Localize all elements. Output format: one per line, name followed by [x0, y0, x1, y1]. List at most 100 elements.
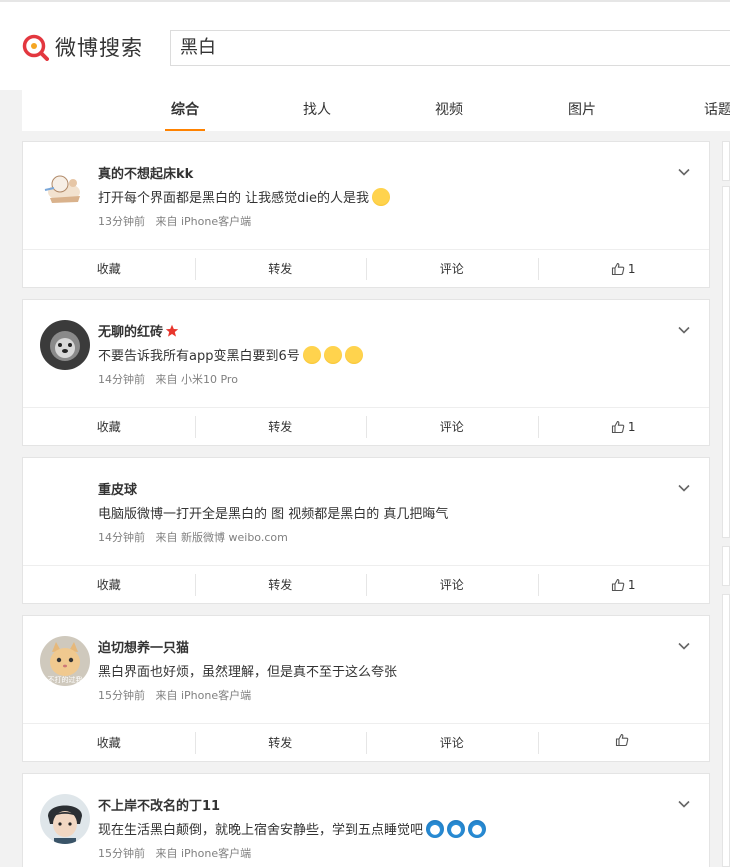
post-text-row: 不要告诉我所有app变黑白要到6号: [98, 345, 363, 364]
post-time[interactable]: 13分钟前: [98, 215, 145, 228]
avatar[interactable]: [40, 794, 90, 844]
crying-emoji-icon: [344, 345, 363, 364]
post-text-row: 黑白界面也好烦，虽然理解，但是真不至于这么夸张: [98, 661, 397, 680]
tab-video[interactable]: 视频: [429, 90, 469, 131]
post-source: 来自 新版微博 weibo.com: [155, 531, 288, 544]
sidebar-panel: [722, 594, 730, 867]
chevron-down-icon[interactable]: [677, 481, 691, 495]
post-source: 来自 iPhone客户端: [155, 847, 252, 860]
collect-button[interactable]: 收藏: [23, 724, 195, 763]
post-username[interactable]: 真的不想起床kk: [98, 163, 193, 182]
post-source: 来自 小米10 Pro: [155, 373, 238, 386]
post-username[interactable]: 不上岸不改名的丁11: [98, 795, 220, 814]
post-time[interactable]: 14分钟前: [98, 531, 145, 544]
search-query: 黑白: [180, 37, 216, 58]
like-count: 1: [627, 578, 636, 592]
cartoon-avatar-icon: [40, 162, 90, 212]
post-card: 重皮球 电脑版微博一打开全是黑白的 图 视频都是黑白的 真几把晦气 14分钟前 …: [22, 457, 710, 604]
post-text-row: 现在生活黑白颠倒，就晚上宿舍安静些，学到五点睡觉吧: [98, 819, 487, 838]
avatar[interactable]: [40, 162, 90, 212]
thumbs-up-icon: [615, 733, 629, 747]
repost-button[interactable]: 转发: [194, 566, 367, 605]
chevron-down-icon[interactable]: [677, 323, 691, 337]
post-text-row: 电脑版微博一打开全是黑白的 图 视频都是黑白的 真几把晦气: [98, 503, 448, 522]
like-count: 1: [627, 420, 636, 434]
sidebar-panel: [722, 141, 730, 181]
post-actions: 收藏 转发 评论 1: [23, 249, 709, 288]
sidebar-panel: [722, 546, 730, 586]
post-time[interactable]: 14分钟前: [98, 373, 145, 386]
anime-avatar-icon: [40, 794, 90, 844]
avatar[interactable]: [40, 478, 90, 528]
sidebar-panel: [722, 186, 730, 538]
chevron-down-icon[interactable]: [677, 165, 691, 179]
tab-images[interactable]: 图片: [562, 90, 602, 131]
post-text: 现在生活黑白颠倒，就晚上宿舍安静些，学到五点睡觉吧: [98, 823, 424, 838]
cat-photo-avatar-icon: 不打的过我: [40, 636, 90, 686]
like-button[interactable]: [537, 724, 710, 763]
dog-photo-avatar-icon: [40, 320, 90, 370]
post-username[interactable]: 重皮球: [98, 479, 137, 498]
grin-emoji-icon: [372, 187, 390, 206]
tab-topics[interactable]: 话题: [698, 90, 730, 131]
post-actions: 收藏 转发 评论: [23, 723, 709, 762]
avatar[interactable]: [40, 320, 90, 370]
post-username-row: 无聊的红砖: [98, 321, 179, 340]
avatar[interactable]: 不打的过我: [40, 636, 90, 686]
post-meta: 15分钟前 来自 iPhone客户端: [98, 687, 258, 703]
collect-button[interactable]: 收藏: [23, 566, 195, 605]
chevron-down-icon[interactable]: [677, 639, 691, 653]
tab-bar: 综合 找人 视频 图片 话题: [22, 90, 730, 131]
post-actions: 收藏 转发 评论 1: [23, 565, 709, 604]
like-count: 1: [627, 262, 636, 276]
search-logo-icon: [22, 34, 49, 61]
post-username[interactable]: 迫切想养一只猫: [98, 637, 189, 656]
post-card: 不打的过我 迫切想养一只猫 黑白界面也好烦，虽然理解，但是真不至于这么夸张 15…: [22, 615, 710, 762]
top-bar: 微博搜索 黑白: [0, 0, 730, 90]
collect-button[interactable]: 收藏: [23, 250, 195, 289]
repost-button[interactable]: 转发: [194, 250, 367, 289]
post-meta: 13分钟前 来自 iPhone客户端: [98, 213, 258, 229]
post-text: 打开每个界面都是黑白的 让我感觉die的人是我: [98, 191, 369, 206]
chevron-down-icon[interactable]: [677, 797, 691, 811]
repost-button[interactable]: 转发: [194, 408, 367, 447]
search-input[interactable]: 黑白: [170, 30, 730, 66]
like-button[interactable]: 1: [537, 250, 710, 289]
post-meta: 14分钟前 来自 小米10 Pro: [98, 371, 245, 387]
repost-button[interactable]: 转发: [194, 724, 367, 763]
doraemon-emoji-icon: [447, 819, 466, 838]
comment-button[interactable]: 评论: [366, 724, 538, 763]
post-text: 不要告诉我所有app变黑白要到6号: [98, 349, 300, 364]
like-button[interactable]: 1: [537, 566, 710, 605]
post-actions: 收藏 转发 评论 1: [23, 407, 709, 446]
post-card: 无聊的红砖 不要告诉我所有app变黑白要到6号 14分钟前 来自 小米10 Pr…: [22, 299, 710, 446]
thumbs-up-icon: [611, 262, 625, 276]
star-badge-icon[interactable]: [165, 324, 179, 338]
post-source: 来自 iPhone客户端: [155, 689, 252, 702]
avatar-caption: 不打的过我: [48, 675, 83, 684]
tab-people[interactable]: 找人: [297, 90, 337, 131]
post-text: 黑白界面也好烦，虽然理解，但是真不至于这么夸张: [98, 665, 398, 680]
post-time[interactable]: 15分钟前: [98, 847, 145, 860]
post-card: 真的不想起床kk 打开每个界面都是黑白的 让我感觉die的人是我 13分钟前 来…: [22, 141, 710, 288]
doraemon-emoji-icon: [468, 819, 487, 838]
comment-button[interactable]: 评论: [366, 408, 538, 447]
post-text: 电脑版微博一打开全是黑白的 图 视频都是黑白的 真几把晦气: [98, 507, 449, 522]
thumbs-up-icon: [611, 578, 625, 592]
comment-button[interactable]: 评论: [366, 566, 538, 605]
thumbs-up-icon: [611, 420, 625, 434]
doraemon-emoji-icon: [426, 819, 445, 838]
post-time[interactable]: 15分钟前: [98, 689, 145, 702]
logo-text: 微博搜索: [55, 36, 143, 60]
post-text-row: 打开每个界面都是黑白的 让我感觉die的人是我: [98, 187, 390, 206]
post-meta: 15分钟前 来自 iPhone客户端: [98, 845, 258, 861]
post-card: 不上岸不改名的丁11 现在生活黑白颠倒，就晚上宿舍安静些，学到五点睡觉吧 15分…: [22, 773, 710, 867]
weibo-search-logo[interactable]: 微博搜索: [22, 32, 143, 62]
tab-comprehensive[interactable]: 综合: [165, 90, 205, 131]
comment-button[interactable]: 评论: [366, 250, 538, 289]
like-button[interactable]: 1: [537, 408, 710, 447]
post-source: 来自 iPhone客户端: [155, 215, 252, 228]
post-meta: 14分钟前 来自 新版微博 weibo.com: [98, 529, 295, 545]
post-username[interactable]: 无聊的红砖: [98, 321, 163, 340]
collect-button[interactable]: 收藏: [23, 408, 195, 447]
